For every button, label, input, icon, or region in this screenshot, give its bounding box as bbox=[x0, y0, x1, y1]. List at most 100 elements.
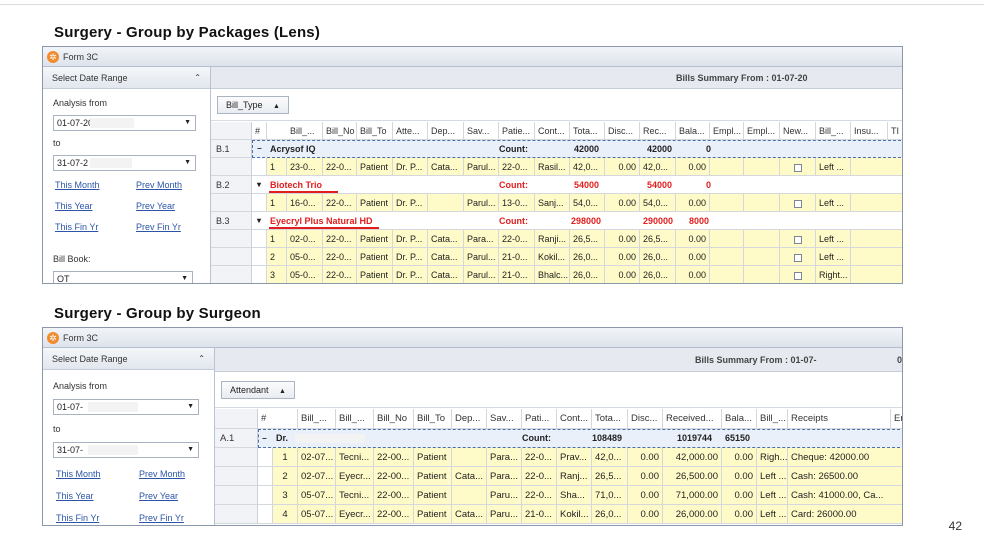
prev-month-link[interactable]: Prev Month bbox=[139, 469, 185, 479]
col-header[interactable]: Bala... bbox=[676, 122, 710, 140]
col-header[interactable]: Sav... bbox=[464, 122, 499, 140]
checkbox-icon[interactable] bbox=[793, 235, 802, 244]
new-checkbox[interactable] bbox=[780, 230, 816, 248]
this-month-link[interactable]: This Month bbox=[55, 180, 100, 190]
group-by-bill-type-button[interactable]: Bill_Type ▲ bbox=[217, 96, 289, 114]
cell: Cata... bbox=[428, 266, 464, 283]
col-header[interactable]: New... bbox=[780, 122, 816, 140]
col-header[interactable]: # bbox=[258, 409, 273, 429]
col-header[interactable]: Disc... bbox=[628, 409, 663, 429]
col-header[interactable]: Sav... bbox=[487, 409, 522, 429]
dropdown-arrow-icon[interactable]: ▼ bbox=[181, 272, 188, 283]
new-checkbox[interactable] bbox=[780, 266, 816, 283]
table-row[interactable]: 1 02-07... Tecni... 22-00... Patient Par… bbox=[215, 448, 902, 467]
col-header[interactable]: Pati... bbox=[522, 409, 557, 429]
group-row[interactable]: B.1 − Acrysof IQ Count: 42000 42000 0 bbox=[211, 140, 902, 158]
prev-fin-yr-link[interactable]: Prev Fin Yr bbox=[136, 222, 181, 232]
checkbox-icon[interactable] bbox=[793, 199, 802, 208]
checkbox-icon[interactable] bbox=[793, 271, 802, 280]
collapse-group-icon[interactable]: − bbox=[262, 429, 267, 447]
to-date-input[interactable]: 31-07- ▼ bbox=[53, 442, 199, 458]
cell: Parul... bbox=[464, 194, 499, 212]
dropdown-arrow-icon[interactable]: ▼ bbox=[184, 156, 191, 170]
col-header[interactable]: Er bbox=[891, 409, 902, 429]
col-header[interactable]: TI bbox=[888, 122, 902, 140]
dropdown-arrow-icon[interactable]: ▼ bbox=[187, 400, 194, 414]
col-header[interactable]: Patie... bbox=[499, 122, 535, 140]
collapse-icon[interactable]: ⌃ bbox=[198, 354, 205, 363]
col-header[interactable]: Disc... bbox=[605, 122, 640, 140]
group-row[interactable]: B.3 ▾ Eyecryl Plus Natural HD Count: 298… bbox=[211, 212, 902, 230]
col-header[interactable]: Atte... bbox=[393, 122, 428, 140]
collapse-group-icon[interactable]: ▾ bbox=[257, 176, 261, 194]
col-header[interactable]: Cont... bbox=[557, 409, 592, 429]
col-header[interactable]: Bill_No bbox=[323, 122, 357, 140]
col-header[interactable]: Insu... bbox=[851, 122, 888, 140]
col-header[interactable]: Bala... bbox=[722, 409, 757, 429]
from-date-input[interactable]: 01-07- ▼ bbox=[53, 399, 199, 415]
col-header[interactable]: Dep... bbox=[428, 122, 464, 140]
prev-fin-yr-link[interactable]: Prev Fin Yr bbox=[139, 513, 184, 523]
dropdown-arrow-icon[interactable]: ▼ bbox=[184, 116, 191, 130]
new-checkbox[interactable] bbox=[780, 194, 816, 212]
col-header[interactable]: Received... bbox=[663, 409, 722, 429]
table-row[interactable]: 3 05-07... Tecni... 22-00... Patient Par… bbox=[215, 486, 902, 505]
col-header[interactable]: Bill_To bbox=[357, 122, 393, 140]
checkbox-icon[interactable] bbox=[793, 253, 802, 262]
col-header[interactable]: Dep... bbox=[452, 409, 487, 429]
table-row[interactable]: 2 02-07... Eyecr... 22-00... Patient Cat… bbox=[215, 467, 902, 486]
this-year-link[interactable]: This Year bbox=[56, 491, 94, 501]
table-row[interactable]: 2 05-0... 22-0... Patient Dr. P... Cata.… bbox=[211, 248, 902, 266]
col-header[interactable]: Receipts bbox=[788, 409, 891, 429]
cell: 26,0... bbox=[640, 266, 676, 283]
col-header[interactable]: # bbox=[252, 122, 267, 140]
prev-year-link[interactable]: Prev Year bbox=[139, 491, 178, 501]
col-header[interactable]: Tota... bbox=[570, 122, 605, 140]
col-header[interactable]: Rec... bbox=[640, 122, 676, 140]
col-header[interactable]: Empl... bbox=[710, 122, 744, 140]
bill-book-select[interactable]: OT ▼ bbox=[53, 271, 193, 283]
table-row[interactable]: 4 05-07... Eyecr... 22-00... Patient Cat… bbox=[215, 505, 902, 524]
group-row[interactable]: B.2 ▾ Biotech Trio Count: 54000 54000 0 bbox=[211, 176, 902, 194]
col-header[interactable]: Bill_... bbox=[336, 409, 374, 429]
cell: 26,0... bbox=[570, 266, 605, 283]
new-checkbox[interactable] bbox=[780, 248, 816, 266]
col-header[interactable]: Tota... bbox=[592, 409, 628, 429]
cell: Left ... bbox=[816, 158, 851, 176]
collapse-group-icon[interactable]: − bbox=[257, 140, 262, 158]
cell: Patient bbox=[357, 158, 393, 176]
table-row[interactable]: 3 05-0... 22-0... Patient Dr. P... Cata.… bbox=[211, 266, 902, 283]
checkbox-icon[interactable] bbox=[793, 163, 802, 172]
new-checkbox[interactable] bbox=[780, 158, 816, 176]
group-by-label: Attendant bbox=[230, 385, 269, 395]
table-row[interactable]: 1 16-0... 22-0... Patient Dr. P... Parul… bbox=[211, 194, 902, 212]
group-row[interactable]: A.1 − Dr. Count: 108489 1019744 65150 bbox=[215, 429, 902, 448]
date-range-header[interactable]: Select Date Range ⌃ bbox=[43, 348, 214, 370]
this-fin-yr-link[interactable]: This Fin Yr bbox=[56, 513, 99, 523]
col-header[interactable]: Empl... bbox=[744, 122, 780, 140]
cell: Dr. P... bbox=[393, 230, 428, 248]
col-header[interactable]: Bill_... bbox=[816, 122, 851, 140]
from-date-input[interactable]: 01-07-20 ▼ bbox=[53, 115, 196, 131]
this-year-link[interactable]: This Year bbox=[55, 201, 93, 211]
date-range-header[interactable]: Select Date Range ⌃ bbox=[43, 67, 210, 89]
this-fin-yr-link[interactable]: This Fin Yr bbox=[55, 222, 98, 232]
col-header[interactable]: Bill_... bbox=[287, 122, 323, 140]
group-by-attendant-button[interactable]: Attendant ▲ bbox=[221, 381, 295, 399]
cell: Dr. P... bbox=[393, 158, 428, 176]
prev-month-link[interactable]: Prev Month bbox=[136, 180, 182, 190]
dropdown-arrow-icon[interactable]: ▼ bbox=[187, 443, 194, 457]
collapse-group-icon[interactable]: ▾ bbox=[257, 212, 261, 230]
table-row[interactable]: 1 02-0... 22-0... Patient Dr. P... Cata.… bbox=[211, 230, 902, 248]
col-header[interactable]: Cont... bbox=[535, 122, 570, 140]
cell: Eyecr... bbox=[336, 505, 374, 524]
table-row[interactable]: 1 23-0... 22-0... Patient Dr. P... Cata.… bbox=[211, 158, 902, 176]
col-header[interactable]: Bill_... bbox=[757, 409, 788, 429]
col-header[interactable]: Bill_To bbox=[414, 409, 452, 429]
collapse-icon[interactable]: ⌃ bbox=[194, 73, 201, 82]
this-month-link[interactable]: This Month bbox=[56, 469, 101, 479]
to-date-input[interactable]: 31-07-2 ▼ bbox=[53, 155, 196, 171]
col-header[interactable]: Bill_... bbox=[298, 409, 336, 429]
col-header[interactable]: Bill_No bbox=[374, 409, 414, 429]
prev-year-link[interactable]: Prev Year bbox=[136, 201, 175, 211]
